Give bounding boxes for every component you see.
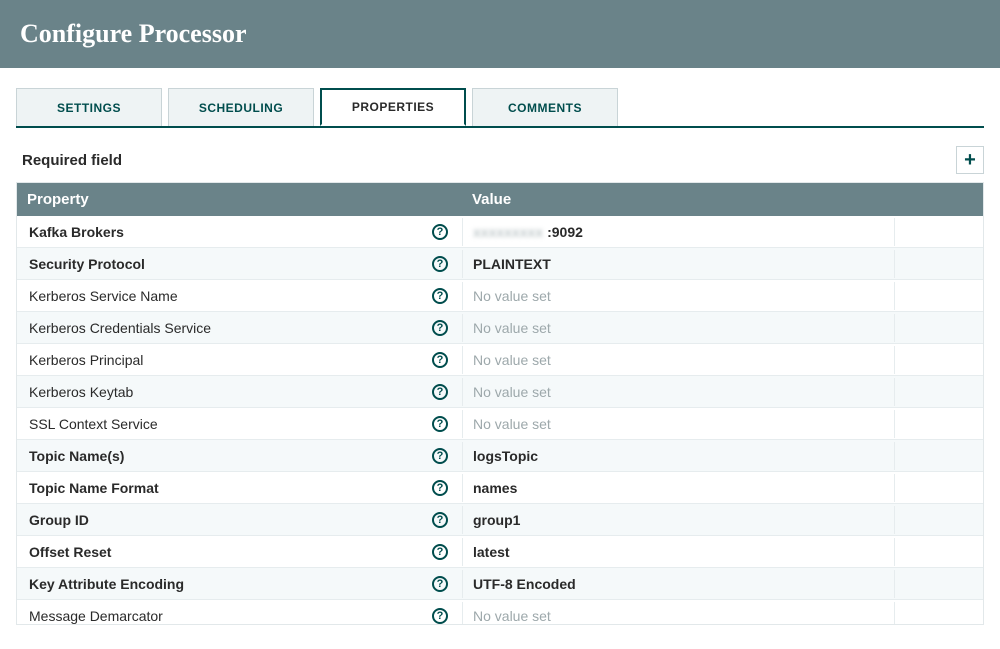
table-row[interactable]: Security Protocol? PLAINTEXT — [17, 248, 983, 280]
property-value: UTF-8 Encoded — [473, 576, 576, 592]
dialog-header: Configure Processor — [0, 0, 1000, 68]
table-header-row: Property Value — [17, 183, 983, 216]
property-name-cell: Kafka Brokers? — [17, 218, 462, 246]
help-icon[interactable]: ? — [432, 608, 448, 624]
property-name: Kerberos Principal — [29, 352, 143, 368]
property-value-cell[interactable]: No value set — [462, 346, 895, 374]
property-value-cell[interactable]: No value set — [462, 282, 895, 310]
property-value-cell[interactable]: No value set — [462, 314, 895, 342]
property-name-cell: Group ID? — [17, 506, 462, 534]
help-icon[interactable]: ? — [432, 320, 448, 336]
property-name-cell: Offset Reset? — [17, 538, 462, 566]
table-row[interactable]: Topic Name Format? names — [17, 472, 983, 504]
property-value: No value set — [473, 608, 551, 624]
property-name-cell: Kerberos Keytab? — [17, 378, 462, 406]
property-name: Message Demarcator — [29, 608, 163, 624]
property-name-cell: Topic Name Format? — [17, 474, 462, 502]
help-icon[interactable]: ? — [432, 224, 448, 240]
property-value-cell[interactable]: names — [462, 474, 895, 502]
table-row[interactable]: Kerberos Service Name? No value set — [17, 280, 983, 312]
property-value: PLAINTEXT — [473, 256, 551, 272]
property-name-cell: Kerberos Credentials Service? — [17, 314, 462, 342]
property-name: Offset Reset — [29, 544, 111, 560]
property-name-cell: SSL Context Service? — [17, 410, 462, 438]
property-value-cell[interactable]: logsTopic — [462, 442, 895, 470]
help-icon[interactable]: ? — [432, 480, 448, 496]
column-header-property: Property — [17, 183, 462, 216]
property-value: names — [473, 480, 517, 496]
help-icon[interactable]: ? — [432, 352, 448, 368]
property-value: logsTopic — [473, 448, 538, 464]
property-name: Group ID — [29, 512, 89, 528]
tabs-row: SETTINGS SCHEDULING PROPERTIES COMMENTS — [16, 88, 984, 128]
table-row[interactable]: SSL Context Service? No value set — [17, 408, 983, 440]
property-value-cell[interactable]: group1 — [462, 506, 895, 534]
help-icon[interactable]: ? — [432, 576, 448, 592]
tab-properties[interactable]: PROPERTIES — [320, 88, 466, 126]
property-name-cell: Security Protocol? — [17, 250, 462, 278]
add-property-button[interactable]: + — [956, 146, 984, 174]
property-value: :9092 — [547, 224, 583, 240]
table-row[interactable]: Group ID? group1 — [17, 504, 983, 536]
property-value: No value set — [473, 384, 551, 400]
property-value: No value set — [473, 288, 551, 304]
property-value: No value set — [473, 320, 551, 336]
table-row[interactable]: Kerberos Principal? No value set — [17, 344, 983, 376]
property-name: Key Attribute Encoding — [29, 576, 184, 592]
table-row[interactable]: Topic Name(s)? logsTopic — [17, 440, 983, 472]
property-name: Kafka Brokers — [29, 224, 124, 240]
property-name-cell: Key Attribute Encoding? — [17, 570, 462, 598]
property-value-cell[interactable]: xxxxxxxxx:9092 — [462, 218, 895, 246]
property-value-cell[interactable]: No value set — [462, 602, 895, 625]
help-icon[interactable]: ? — [432, 256, 448, 272]
property-value: No value set — [473, 352, 551, 368]
property-name: Kerberos Credentials Service — [29, 320, 211, 336]
help-icon[interactable]: ? — [432, 448, 448, 464]
help-icon[interactable]: ? — [432, 288, 448, 304]
property-value-cell[interactable]: latest — [462, 538, 895, 566]
property-value: latest — [473, 544, 510, 560]
property-value: No value set — [473, 416, 551, 432]
property-name: Topic Name(s) — [29, 448, 124, 464]
table-row[interactable]: Kafka Brokers?xxxxxxxxx:9092 — [17, 216, 983, 248]
help-icon[interactable]: ? — [432, 416, 448, 432]
dialog-title: Configure Processor — [20, 19, 980, 49]
table-body[interactable]: Kafka Brokers?xxxxxxxxx:9092Security Pro… — [17, 216, 983, 624]
property-name-cell: Kerberos Principal? — [17, 346, 462, 374]
property-value-cell[interactable]: No value set — [462, 378, 895, 406]
required-field-label: Required field — [22, 152, 122, 169]
dialog-content: SETTINGS SCHEDULING PROPERTIES COMMENTS … — [0, 68, 1000, 625]
required-field-row: Required field + — [16, 128, 984, 182]
property-name: SSL Context Service — [29, 416, 158, 432]
property-name-cell: Message Demarcator? — [17, 602, 462, 625]
property-name: Topic Name Format — [29, 480, 159, 496]
tab-scheduling[interactable]: SCHEDULING — [168, 88, 314, 126]
column-header-value: Value — [462, 183, 983, 216]
property-value-cell[interactable]: PLAINTEXT — [462, 250, 895, 278]
table-row[interactable]: Kerberos Keytab? No value set — [17, 376, 983, 408]
property-name-cell: Kerberos Service Name? — [17, 282, 462, 310]
plus-icon: + — [964, 149, 976, 172]
table-row[interactable]: Key Attribute Encoding? UTF-8 Encoded — [17, 568, 983, 600]
property-name: Security Protocol — [29, 256, 145, 272]
properties-table: Property Value Kafka Brokers?xxxxxxxxx:9… — [16, 182, 984, 625]
help-icon[interactable]: ? — [432, 512, 448, 528]
help-icon[interactable]: ? — [432, 384, 448, 400]
property-name-cell: Topic Name(s)? — [17, 442, 462, 470]
table-row[interactable]: Offset Reset? latest — [17, 536, 983, 568]
table-row[interactable]: Message Demarcator? No value set — [17, 600, 983, 624]
property-name: Kerberos Service Name — [29, 288, 178, 304]
property-value-cell[interactable]: UTF-8 Encoded — [462, 570, 895, 598]
help-icon[interactable]: ? — [432, 544, 448, 560]
property-value: group1 — [473, 512, 520, 528]
property-name: Kerberos Keytab — [29, 384, 133, 400]
tab-comments[interactable]: COMMENTS — [472, 88, 618, 126]
table-row[interactable]: Kerberos Credentials Service? No value se… — [17, 312, 983, 344]
property-value-cell[interactable]: No value set — [462, 410, 895, 438]
tab-settings[interactable]: SETTINGS — [16, 88, 162, 126]
redacted-text: xxxxxxxxx — [473, 224, 543, 240]
